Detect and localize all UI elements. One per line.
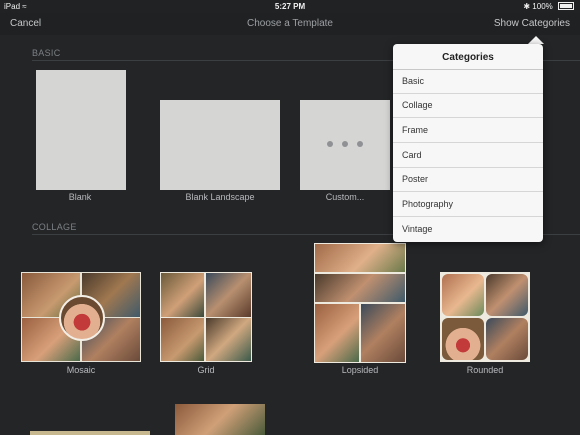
collage-thumbnail [160, 272, 252, 362]
collage-thumbnail [314, 243, 406, 363]
template-lopsided[interactable]: Lopsided [290, 243, 430, 378]
categories-popover: Categories Basic Collage Frame Card Post… [393, 44, 543, 242]
partial-template-thumbnail[interactable] [30, 431, 150, 435]
category-item-basic[interactable]: Basic [393, 70, 543, 94]
popover-title: Categories [442, 52, 494, 63]
more-dots-icon [327, 141, 363, 149]
status-time: 5:27 PM [274, 2, 306, 11]
battery-percent: 100% [532, 2, 553, 11]
template-thumbnail [36, 70, 126, 190]
show-categories-button[interactable]: Show Categories [494, 18, 570, 29]
template-mosaic[interactable]: Mosaic [11, 272, 151, 378]
category-label: Basic [402, 76, 425, 86]
status-bar: iPad ≈ 5:27 PM ✱ 100% [0, 0, 580, 13]
category-item-frame[interactable]: Frame [393, 119, 543, 143]
template-grid[interactable]: Grid [150, 272, 290, 378]
status-right: ✱ 100% [523, 2, 574, 11]
collage-thumbnail [21, 272, 141, 362]
popover-arrow [528, 36, 544, 44]
template-rounded[interactable]: Rounded [430, 272, 570, 378]
category-item-card[interactable]: Card [393, 144, 543, 168]
category-label: Collage [402, 100, 433, 110]
battery-icon [558, 2, 574, 10]
nav-bar: Cancel Choose a Template Show Categories [0, 13, 580, 35]
category-label: Card [402, 150, 422, 160]
template-blank[interactable]: Blank [10, 68, 150, 208]
template-label: Lopsided [341, 365, 379, 375]
category-item-photography[interactable]: Photography [393, 193, 543, 217]
category-item-vintage[interactable]: Vintage [393, 218, 543, 242]
category-label: Frame [402, 125, 429, 135]
template-thumbnail [160, 100, 280, 190]
partial-template-thumbnail[interactable] [175, 404, 265, 435]
template-blank-landscape[interactable]: Blank Landscape [150, 68, 290, 208]
section-label-basic: BASIC [32, 48, 61, 58]
category-label: Photography [402, 199, 454, 209]
category-label: Vintage [402, 224, 433, 234]
category-item-poster[interactable]: Poster [393, 168, 543, 192]
category-label: Poster [402, 174, 429, 184]
template-label: Blank Landscape [185, 192, 255, 202]
collage-thumbnail [440, 272, 530, 362]
template-thumbnail [300, 100, 390, 190]
template-label: Rounded [466, 365, 504, 375]
template-label: Mosaic [66, 365, 96, 375]
template-label: Blank [68, 192, 92, 202]
template-label: Grid [197, 365, 215, 375]
category-item-collage[interactable]: Collage [393, 94, 543, 118]
section-label-collage: COLLAGE [32, 222, 77, 232]
bluetooth-icon: ✱ [523, 2, 531, 11]
